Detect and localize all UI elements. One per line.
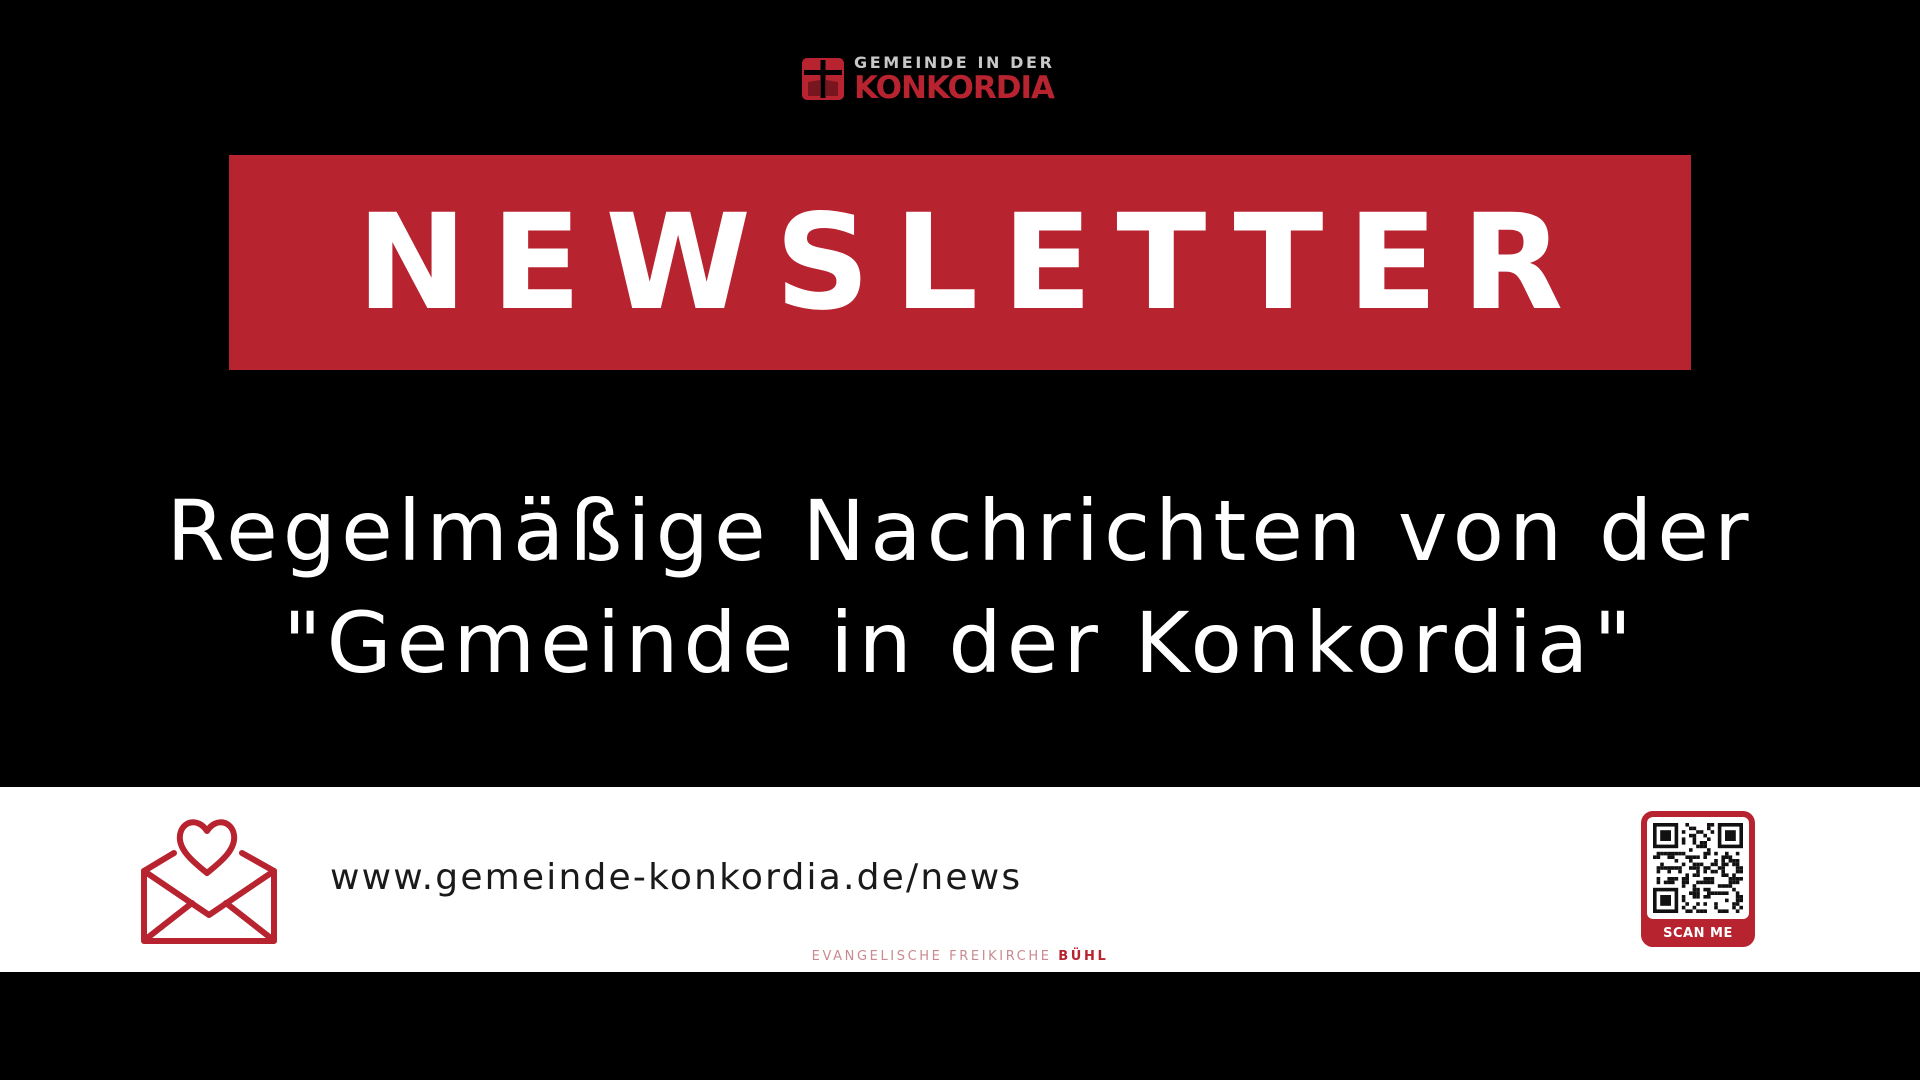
qr-scan-label: SCAN ME	[1663, 926, 1733, 941]
cross-book-logo-icon	[802, 58, 844, 100]
tagline-emphasis: BÜHL	[1058, 949, 1109, 964]
qr-code-area	[1647, 817, 1749, 919]
newsletter-slide: GEMEINDE IN DER KONKORDIA NEWSLETTER Reg…	[0, 0, 1920, 1080]
qr-code-icon	[1653, 823, 1743, 913]
headline-banner: NEWSLETTER	[229, 155, 1691, 370]
newsletter-url-link[interactable]: www.gemeinde-konkordia.de/news	[330, 857, 1022, 898]
subtitle: Regelmäßige Nachrichten von der "Gemeind…	[0, 475, 1920, 699]
logo-wordmark: GEMEINDE IN DER KONKORDIA	[854, 52, 1055, 106]
subtitle-line-2: "Gemeinde in der Konkordia"	[282, 594, 1638, 692]
logo-top-line: GEMEINDE IN DER	[854, 52, 1055, 72]
konkordia-logo: GEMEINDE IN DER KONKORDIA	[800, 52, 1055, 106]
headline-title: NEWSLETTER	[356, 185, 1588, 340]
qr-code-badge[interactable]: SCAN ME	[1641, 811, 1755, 947]
footer-band: www.gemeinde-konkordia.de/news EVANGELIS…	[0, 787, 1920, 972]
tagline-prefix: EVANGELISCHE FREIKIRCHE	[811, 949, 1052, 964]
heart-envelope-icon	[141, 819, 277, 944]
logo-brand-name: KONKORDIA	[854, 69, 1055, 106]
footer-tagline: EVANGELISCHE FREIKIRCHE BÜHL	[0, 949, 1920, 964]
subtitle-line-1: Regelmäßige Nachrichten von der	[166, 482, 1754, 580]
